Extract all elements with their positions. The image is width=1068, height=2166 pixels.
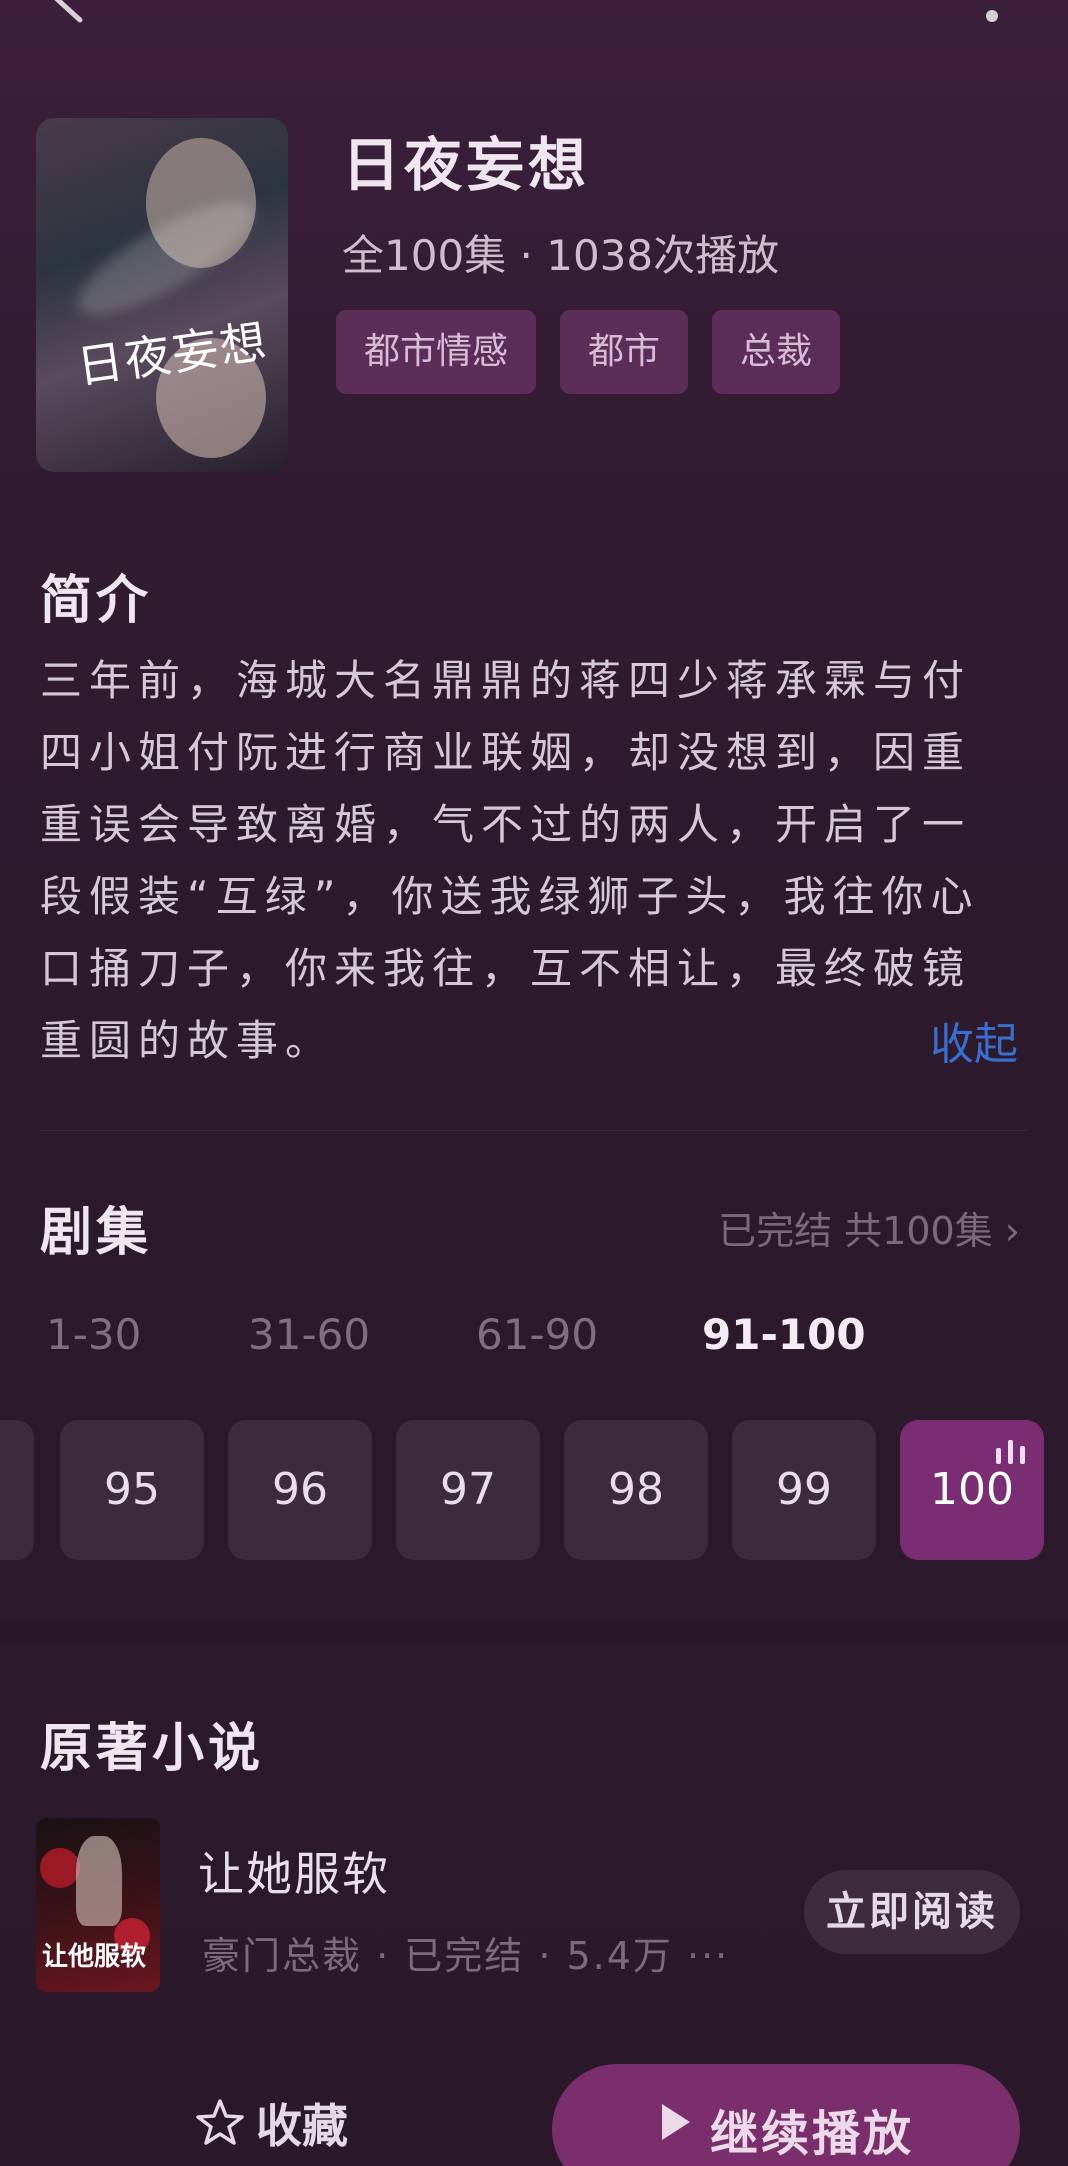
- continue-play-label: 继续播放: [709, 2106, 914, 2162]
- drama-meta: 全100集 · 1038次播放: [342, 231, 780, 280]
- page: 日夜妄想 日夜妄想 全100集 · 1038次播放 都市情感 都市 总裁 简介 …: [0, 0, 1068, 2166]
- novel-title[interactable]: 让她服软: [198, 1838, 390, 1904]
- episodes-status[interactable]: 已完结 共100集 ›: [718, 1200, 1020, 1255]
- collapse-link[interactable]: 收起: [930, 1008, 1018, 1072]
- tag-list: 都市情感 都市 总裁: [336, 310, 841, 394]
- drama-poster: 日夜妄想: [36, 118, 288, 472]
- episode-range-tabs: 1-30 31-60 61-90 91-100: [46, 1310, 866, 1359]
- now-playing-icon: [996, 1440, 1025, 1464]
- synopsis-heading: 简介: [40, 571, 153, 631]
- star-icon: [196, 2099, 244, 2145]
- more-icon[interactable]: [986, 10, 998, 22]
- chevron-right-icon: ›: [1004, 1209, 1020, 1253]
- divider: [40, 1130, 1028, 1131]
- tab-range-91-100[interactable]: 91-100: [702, 1310, 866, 1359]
- episode-number: 100: [930, 1464, 1014, 1515]
- episode-item[interactable]: 95: [60, 1420, 204, 1560]
- read-now-button[interactable]: 立即阅读: [804, 1870, 1020, 1954]
- novel-cover-title: 让他服软: [42, 1942, 147, 1972]
- section-separator: [0, 1620, 1068, 1644]
- favorite-label: 收藏: [256, 2099, 348, 2153]
- episodes-heading: 剧集: [40, 1203, 153, 1263]
- tag-item[interactable]: 都市: [560, 310, 689, 394]
- novel-heading: 原著小说: [40, 1719, 265, 1779]
- episode-item[interactable]: 97: [396, 1420, 540, 1560]
- episode-item[interactable]: 96: [228, 1420, 372, 1560]
- episode-item-current[interactable]: 100: [900, 1420, 1044, 1560]
- continue-play-button[interactable]: 继续播放: [552, 2064, 1020, 2166]
- tab-range-1-30[interactable]: 1-30: [46, 1310, 248, 1359]
- drama-title: 日夜妄想: [342, 131, 591, 199]
- episode-item[interactable]: [0, 1420, 34, 1560]
- synopsis-text: 三年前，海城大名鼎鼎的蒋四少蒋承霖与付四小姐付阮进行商业联姻，却没想到，因重重误…: [40, 656, 980, 1065]
- back-icon[interactable]: [40, 0, 100, 30]
- episodes-status-text: 已完结 共100集: [718, 1209, 993, 1253]
- tag-item[interactable]: 总裁: [712, 310, 841, 394]
- episode-item[interactable]: 98: [564, 1420, 708, 1560]
- novel-cover[interactable]: 让他服软: [36, 1818, 160, 1992]
- tag-item[interactable]: 都市情感: [336, 310, 537, 394]
- episode-item[interactable]: 99: [732, 1420, 876, 1560]
- play-icon: [661, 2104, 690, 2140]
- tab-range-31-60[interactable]: 31-60: [248, 1310, 476, 1359]
- favorite-button[interactable]: 收藏: [194, 2090, 348, 2156]
- tab-range-61-90[interactable]: 61-90: [476, 1310, 702, 1359]
- novel-meta: 豪门总裁 · 已完结 · 5.4万 ···: [202, 1934, 730, 1978]
